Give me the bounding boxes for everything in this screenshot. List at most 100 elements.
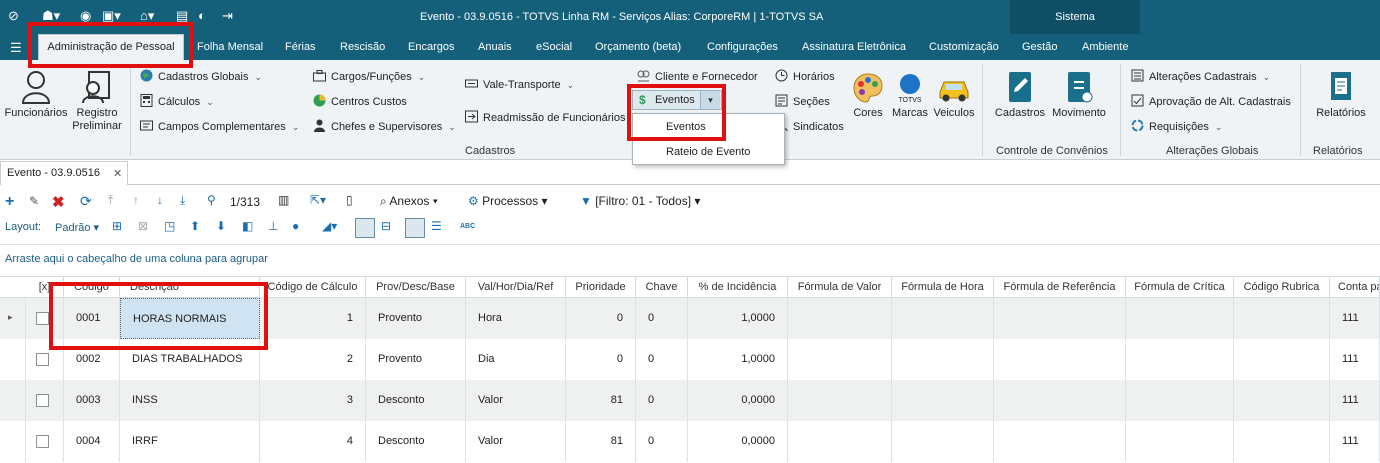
grid-cell[interactable]: [892, 380, 994, 421]
table-row[interactable]: 0001 HORAS NORMAIS 1 Provento Hora 0 0 1,0000 11…: [0, 298, 1380, 339]
cell-codigo[interactable]: 0002: [64, 339, 120, 380]
tab-administracao-pessoal[interactable]: Administração de Pessoal: [38, 34, 184, 60]
cell-conta[interactable]: 111: [1330, 380, 1380, 421]
cell-prov-desc[interactable]: Desconto: [366, 380, 466, 421]
eye-icon[interactable]: ◉: [80, 8, 91, 24]
cell-prov-desc[interactable]: Provento: [366, 339, 466, 380]
first-record-icon[interactable]: ⤒: [108, 193, 113, 208]
col-header-chave[interactable]: Chave: [636, 276, 688, 298]
cell-codigo[interactable]: 0001: [64, 298, 120, 339]
cell-codigo-calculo[interactable]: 3: [260, 380, 366, 421]
col-header-descricao[interactable]: Descrição: [120, 276, 260, 298]
col-header-codigo[interactable]: Código: [64, 276, 120, 298]
chefes-supervisores-button[interactable]: Chefes e Supervisores ⌄: [313, 119, 456, 133]
readmissao-button[interactable]: Readmissão de Funcionários: [465, 110, 625, 124]
save-icon[interactable]: ▤: [176, 8, 188, 24]
grid-cell[interactable]: [0, 339, 26, 380]
grid-cell[interactable]: [788, 339, 892, 380]
group-panel[interactable]: Arraste aqui o cabeçalho de uma coluna p…: [0, 244, 1380, 272]
alteracoes-cadastrais-button[interactable]: Alterações Cadastrais ⌄: [1131, 69, 1270, 83]
view-toggle-2-icon[interactable]: ⊟: [381, 219, 391, 233]
color-icon[interactable]: ●: [292, 219, 299, 233]
sort-down-icon[interactable]: ⬇: [216, 219, 226, 233]
chart-icon[interactable]: ◢▾: [322, 219, 337, 233]
cell-prov-desc[interactable]: Desconto: [366, 421, 466, 462]
registro-preliminar-button[interactable]: Registro Preliminar: [68, 70, 126, 133]
expand-icon[interactable]: ⊞: [112, 219, 122, 233]
cell-incidencia[interactable]: 0,0000: [688, 421, 788, 462]
system-panel[interactable]: Sistema: [1010, 0, 1140, 34]
grid-cell[interactable]: [892, 298, 994, 339]
view-toggle-3[interactable]: [405, 218, 425, 238]
view-toggle-1[interactable]: [355, 218, 375, 238]
col-header-codigo-calculo[interactable]: Código de Cálculo: [260, 276, 366, 298]
vale-transporte-button[interactable]: Vale-Transporte ⌄: [465, 77, 574, 91]
menu-encargos[interactable]: Encargos: [408, 41, 454, 53]
cell-prioridade[interactable]: 0: [566, 298, 636, 339]
col-header-formula-hora[interactable]: Fórmula de Hora: [892, 276, 994, 298]
sindicatos-button[interactable]: Sindicatos: [775, 119, 844, 133]
veiculos-button[interactable]: Veiculos: [932, 72, 976, 120]
menu-rescisao[interactable]: Rescisão: [340, 41, 385, 53]
layout-select[interactable]: Padrão ▾: [55, 221, 99, 234]
cadastros-convenios-button[interactable]: Cadastros: [993, 70, 1047, 120]
row-checkbox[interactable]: [36, 312, 49, 325]
cell-chave[interactable]: 0: [636, 421, 688, 462]
table-row[interactable]: 0002 DIAS TRABALHADOS 2 Provento Dia 0 0 1,0000…: [0, 339, 1380, 380]
cell-prioridade[interactable]: 81: [566, 380, 636, 421]
grid-cell[interactable]: [994, 421, 1126, 462]
menu-item-rateio-evento[interactable]: Rateio de Evento: [634, 140, 784, 164]
table-row[interactable]: 0003 INSS 3 Desconto Valor 81 0 0,0000 111: [0, 380, 1380, 421]
secoes-button[interactable]: Seções: [775, 94, 830, 108]
fit-icon[interactable]: ◧: [242, 219, 253, 233]
col-header-val-hor[interactable]: Val/Hor/Dia/Ref: [466, 276, 566, 298]
menu-ferias[interactable]: Férias: [285, 41, 316, 53]
grid-cell[interactable]: [1126, 421, 1234, 462]
menu-anuais[interactable]: Anuais: [478, 41, 512, 53]
menu-configuracoes[interactable]: Configurações: [707, 41, 778, 53]
grid-cell[interactable]: [0, 298, 26, 339]
row-checkbox[interactable]: [36, 435, 49, 448]
cell-chave[interactable]: 0: [636, 380, 688, 421]
col-header-incidencia[interactable]: % de Incidência: [688, 276, 788, 298]
grid-cell[interactable]: [1234, 339, 1330, 380]
globe-icon[interactable]: ◐: [198, 8, 206, 24]
cell-prov-desc[interactable]: Provento: [366, 298, 466, 339]
col-header-codigo-rubrica[interactable]: Código Rubrica: [1234, 276, 1330, 298]
grid-cell[interactable]: [892, 421, 994, 462]
cargos-funcoes-button[interactable]: Cargos/Funções ⌄: [313, 69, 425, 83]
campos-complementares-button[interactable]: Campos Complementares ⌄: [140, 119, 299, 133]
grid-cell[interactable]: [0, 421, 26, 462]
cell-codigo-calculo[interactable]: 4: [260, 421, 366, 462]
grid-cell[interactable]: [788, 298, 892, 339]
cell-val-hor[interactable]: Valor: [466, 421, 566, 462]
view-toggle-4-icon[interactable]: ☰: [431, 219, 442, 233]
horarios-button[interactable]: Horários: [775, 69, 835, 83]
row-checkbox[interactable]: [36, 353, 49, 366]
cell-descricao[interactable]: HORAS NORMAIS: [120, 298, 260, 339]
monitor-icon[interactable]: ▣▾: [102, 8, 121, 24]
users-icon[interactable]: ☗▾: [42, 8, 60, 24]
filter-button[interactable]: ▼ [Filtro: 01 - Todos] ▾: [580, 194, 700, 208]
movimento-button[interactable]: Movimento: [1050, 70, 1108, 120]
add-icon[interactable]: +: [5, 193, 14, 211]
cell-codigo-calculo[interactable]: 2: [260, 339, 366, 380]
grid-cell[interactable]: [788, 421, 892, 462]
cell-conta[interactable]: 111: [1330, 298, 1380, 339]
col-header-formula-critica[interactable]: Fórmula de Crítica: [1126, 276, 1234, 298]
grid-cell[interactable]: [994, 298, 1126, 339]
exit-icon[interactable]: ⇥: [222, 8, 233, 24]
row-checkbox[interactable]: [36, 394, 49, 407]
table-row[interactable]: 0004 IRRF 4 Desconto Valor 81 0 0,0000 111: [0, 421, 1380, 462]
prev-record-icon[interactable]: ↑: [133, 193, 139, 207]
processos-button[interactable]: ⚙ Processos ▾: [468, 194, 547, 208]
sort-up-icon[interactable]: ⬆: [190, 219, 200, 233]
menu-esocial[interactable]: eSocial: [536, 41, 572, 53]
grid-cell[interactable]: [0, 380, 26, 421]
grid-cell[interactable]: [1234, 380, 1330, 421]
refresh-icon[interactable]: ⟳: [80, 193, 92, 210]
abc-icon[interactable]: ABC: [460, 223, 475, 230]
grid-cell[interactable]: [1126, 339, 1234, 380]
document-tab[interactable]: Evento - 03.9.0516 ✕: [0, 161, 128, 185]
col-header-formula-valor[interactable]: Fórmula de Valor: [788, 276, 892, 298]
